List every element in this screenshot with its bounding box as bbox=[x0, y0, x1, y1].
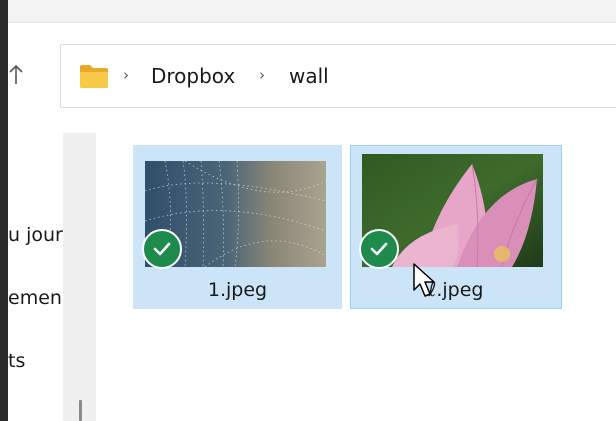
mouse-cursor-icon bbox=[412, 262, 440, 300]
folder-icon bbox=[79, 63, 109, 89]
nav-pane-scrollbar[interactable] bbox=[63, 133, 96, 421]
up-arrow-icon[interactable] bbox=[6, 63, 26, 87]
sync-status-check-icon bbox=[142, 229, 182, 269]
breadcrumb-wall[interactable]: wall bbox=[289, 64, 329, 88]
file-name-2[interactable]: ℓ.jpeg bbox=[350, 279, 562, 301]
nav-item-3[interactable]: ts bbox=[8, 350, 64, 372]
sync-status-check-icon bbox=[359, 229, 399, 269]
nav-pane-scrollbar-thumb[interactable] bbox=[79, 400, 82, 421]
toolbar-strip bbox=[8, 0, 616, 23]
nav-item-2[interactable]: emen bbox=[8, 287, 64, 309]
nav-item-1[interactable]: u jour bbox=[8, 224, 64, 246]
breadcrumb-separator: › bbox=[123, 66, 129, 84]
breadcrumb-dropbox[interactable]: Dropbox bbox=[151, 64, 235, 88]
breadcrumb-separator: › bbox=[259, 66, 265, 84]
file-name-1[interactable]: 1.jpeg bbox=[133, 279, 342, 301]
address-bar[interactable] bbox=[60, 44, 616, 108]
